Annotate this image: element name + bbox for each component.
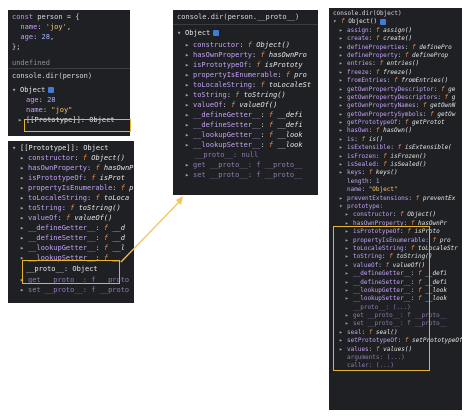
connector-arrow bbox=[120, 196, 183, 263]
